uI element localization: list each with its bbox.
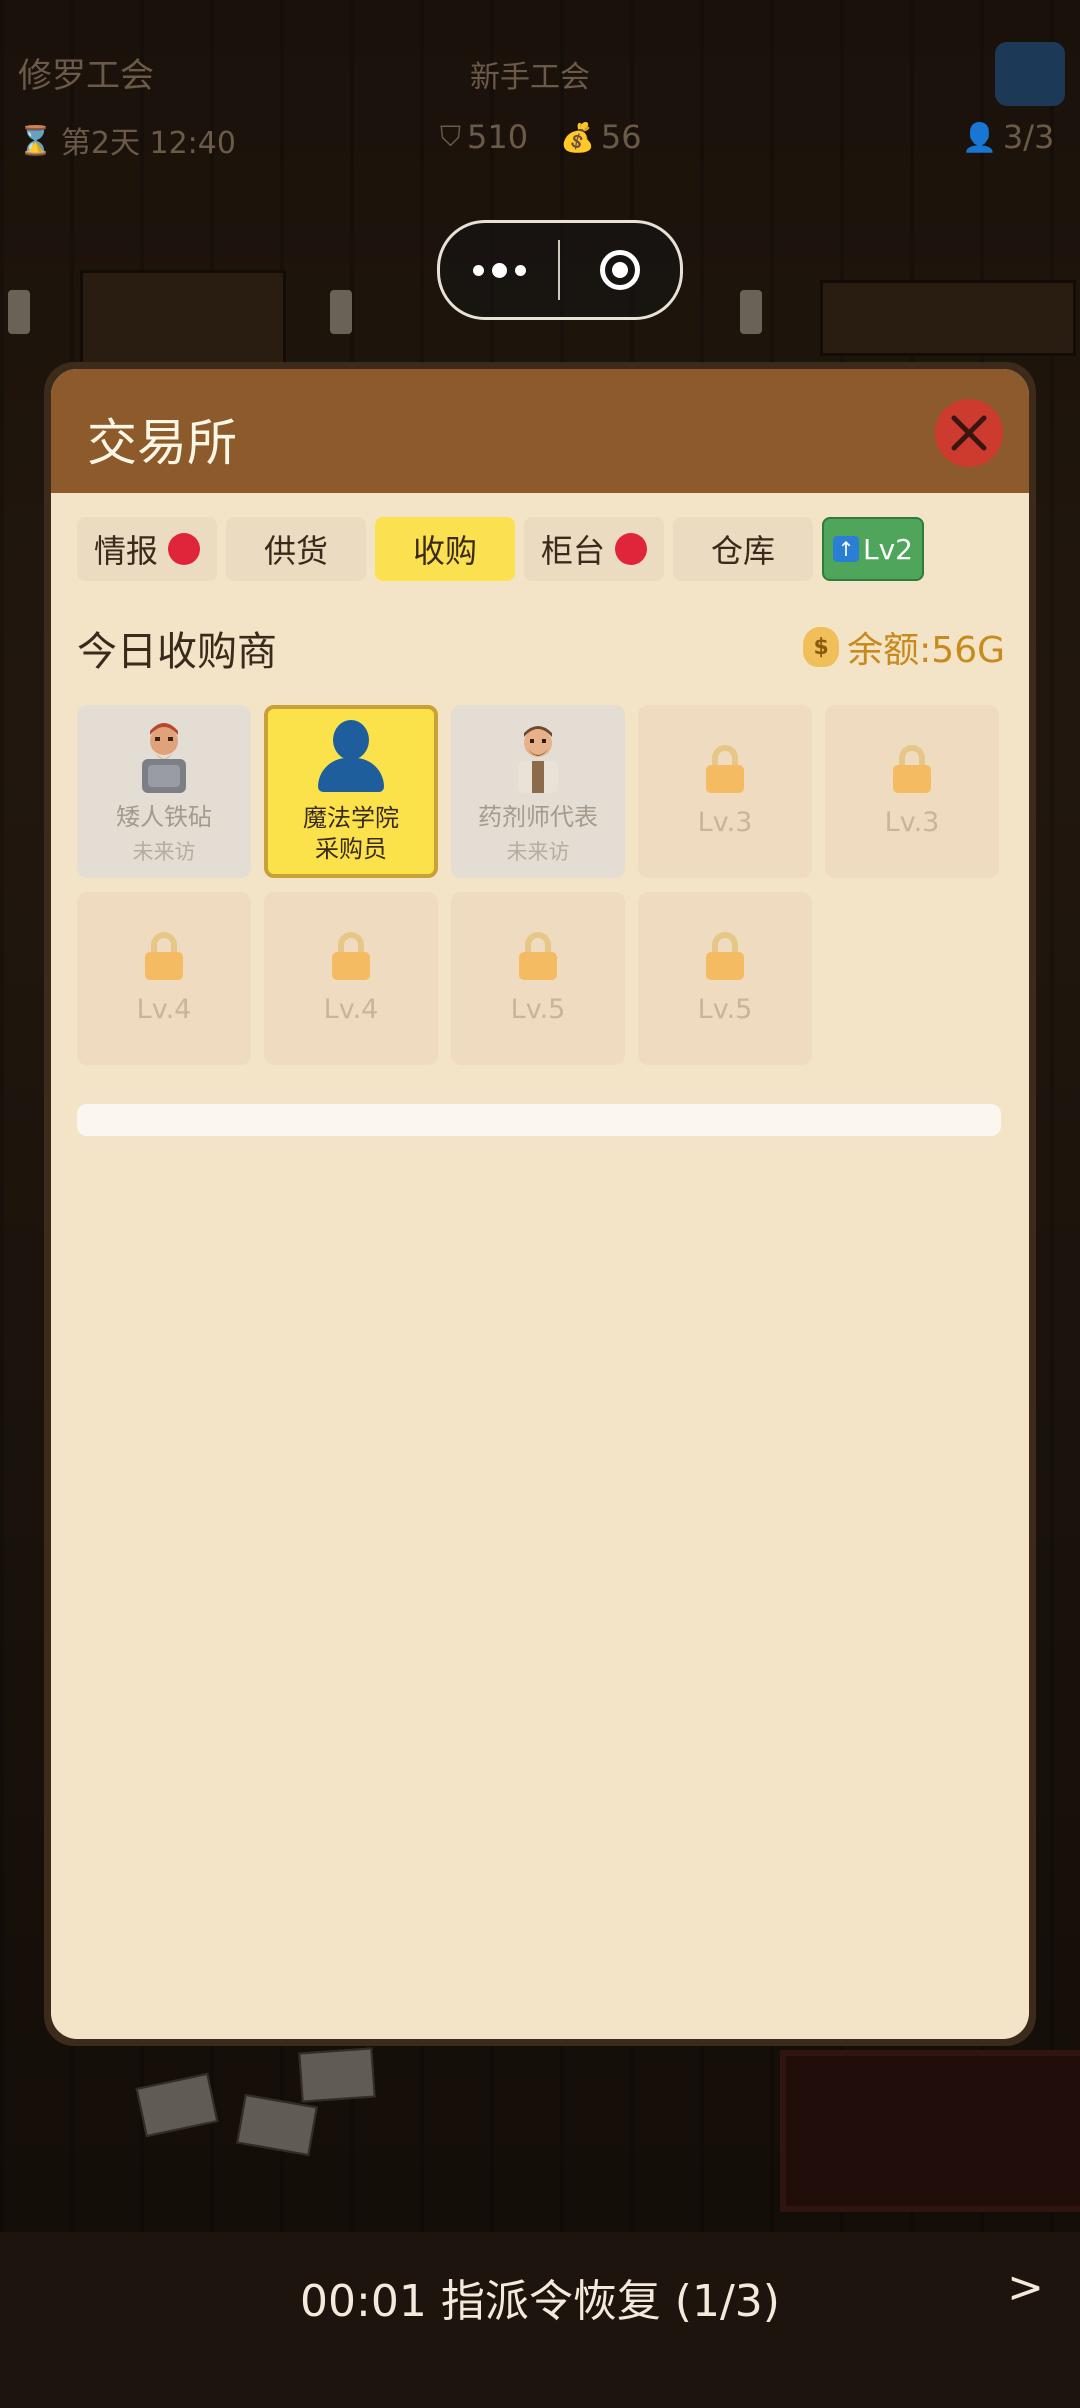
recovery-timer: 00:01 指派令恢复 (1/3) bbox=[300, 2276, 780, 2327]
team-count: 3/3 bbox=[1002, 118, 1055, 156]
shield-value: 510 bbox=[467, 118, 529, 156]
modal-title: 交易所 bbox=[87, 414, 237, 472]
merchant-card-alchemist[interactable]: 药剂师代表 未来访 bbox=[451, 705, 625, 878]
next-arrow-button[interactable]: > bbox=[1007, 2262, 1044, 2313]
day-time-text: 第2天 12:40 bbox=[60, 126, 236, 161]
merchant-name: 药剂师代表 bbox=[478, 803, 598, 832]
day-time: ⌛ 第2天 12:40 bbox=[18, 118, 236, 162]
merchant-name: 魔法学院 bbox=[303, 803, 399, 832]
menu-badge-icon[interactable] bbox=[995, 42, 1065, 106]
unlock-level: Lv.4 bbox=[323, 994, 379, 1025]
shield-stat: ⛉ 510 bbox=[440, 118, 528, 156]
tab-counter[interactable]: 柜台 bbox=[524, 517, 664, 581]
lock-icon bbox=[706, 745, 744, 793]
locked-slot: Lv.4 bbox=[264, 892, 438, 1065]
balance-text: 余额:56G bbox=[847, 630, 1005, 671]
dot-icon bbox=[472, 264, 484, 276]
top-hud: 修罗工会 新手工会 ⌛ 第2天 12:40 ⛉ 510 💰 56 👤 3/3 bbox=[0, 0, 1080, 162]
unlock-level: Lv.5 bbox=[510, 994, 566, 1025]
target-circle-icon bbox=[600, 250, 640, 290]
more-options-button[interactable] bbox=[440, 223, 558, 317]
merchant-status: 未来访 bbox=[132, 839, 196, 864]
exit-miniprogram-button[interactable] bbox=[560, 250, 680, 290]
notification-dot-icon bbox=[615, 533, 647, 565]
locked-slot: Lv.5 bbox=[638, 892, 812, 1065]
tab-label: 供货 bbox=[263, 532, 328, 570]
notification-dot-icon bbox=[168, 533, 200, 565]
alchemist-portrait-icon bbox=[518, 726, 558, 794]
tab-label: 仓库 bbox=[710, 532, 775, 570]
locked-slot: Lv.3 bbox=[638, 705, 812, 878]
person-icon: 👤 bbox=[962, 120, 997, 154]
tab-intel[interactable]: 情报 bbox=[77, 517, 217, 581]
merchant-status: 未来访 bbox=[506, 839, 570, 864]
unlock-level: Lv.3 bbox=[884, 807, 940, 838]
dot-icon bbox=[491, 262, 507, 278]
money-bag-icon: $ bbox=[803, 627, 840, 667]
tab-purchase[interactable]: 收购 bbox=[375, 517, 515, 581]
person-silhouette-icon bbox=[316, 719, 386, 794]
unlock-level: Lv.5 bbox=[697, 994, 753, 1025]
money-stat: 💰 56 bbox=[560, 118, 642, 156]
close-icon bbox=[951, 415, 987, 451]
detail-bar bbox=[77, 1104, 1001, 1136]
tab-label: 情报 bbox=[93, 532, 158, 570]
dot-icon bbox=[514, 264, 526, 276]
tab-label: 收购 bbox=[412, 532, 477, 570]
guild-name: 修罗工会 bbox=[18, 56, 154, 96]
exchange-modal: 交易所 情报 供货 收购 柜台 仓库 ↑ Lv2 今日收购商 $ 余额:56G … bbox=[44, 362, 1036, 2046]
upgrade-level: Lv2 bbox=[863, 532, 913, 566]
tab-supply[interactable]: 供货 bbox=[226, 517, 366, 581]
tab-bar: 情报 供货 收购 柜台 仓库 ↑ Lv2 bbox=[77, 517, 1007, 581]
team-stat: 👤 3/3 bbox=[962, 118, 1054, 156]
locked-slot: Lv.5 bbox=[451, 892, 625, 1065]
balance: $ 余额:56G bbox=[803, 621, 1005, 673]
money-value: 56 bbox=[600, 118, 642, 156]
dwarf-portrait-icon bbox=[142, 723, 186, 794]
section-title: 今日收购商 bbox=[77, 629, 277, 675]
lock-icon bbox=[519, 932, 557, 980]
guild-rank: 新手工会 bbox=[470, 60, 590, 95]
merchant-card-dwarf[interactable]: 矮人铁砧 未来访 bbox=[77, 705, 251, 878]
miniprogram-capsule bbox=[437, 220, 683, 320]
hourglass-icon: ⌛ bbox=[18, 123, 53, 157]
arrow-up-icon: ↑ bbox=[833, 536, 859, 562]
upgrade-button[interactable]: ↑ Lv2 bbox=[822, 517, 924, 581]
merchant-grid: 矮人铁砧 未来访 魔法学院 采购员 药剂师代表 未来访 Lv.3 Lv.3 Lv… bbox=[77, 705, 999, 1065]
lock-icon bbox=[145, 932, 183, 980]
lock-icon bbox=[332, 932, 370, 980]
merchant-card-magic-academy[interactable]: 魔法学院 采购员 bbox=[264, 705, 438, 878]
lock-icon bbox=[706, 932, 744, 980]
money-bag-icon: 💰 bbox=[560, 120, 595, 154]
tab-label: 柜台 bbox=[540, 532, 605, 570]
merchant-role: 采购员 bbox=[315, 834, 387, 863]
modal-header: 交易所 bbox=[51, 369, 1029, 493]
close-button[interactable] bbox=[935, 399, 1003, 467]
unlock-level: Lv.4 bbox=[136, 994, 192, 1025]
locked-slot: Lv.3 bbox=[825, 705, 999, 878]
modal-body: 交易所 情报 供货 收购 柜台 仓库 ↑ Lv2 今日收购商 $ 余额:56G … bbox=[51, 369, 1029, 2039]
merchant-name: 矮人铁砧 bbox=[116, 803, 212, 832]
shield-icon: ⛉ bbox=[440, 120, 462, 153]
unlock-level: Lv.3 bbox=[697, 807, 753, 838]
locked-slot: Lv.4 bbox=[77, 892, 251, 1065]
lock-icon bbox=[893, 745, 931, 793]
tab-warehouse[interactable]: 仓库 bbox=[673, 517, 813, 581]
